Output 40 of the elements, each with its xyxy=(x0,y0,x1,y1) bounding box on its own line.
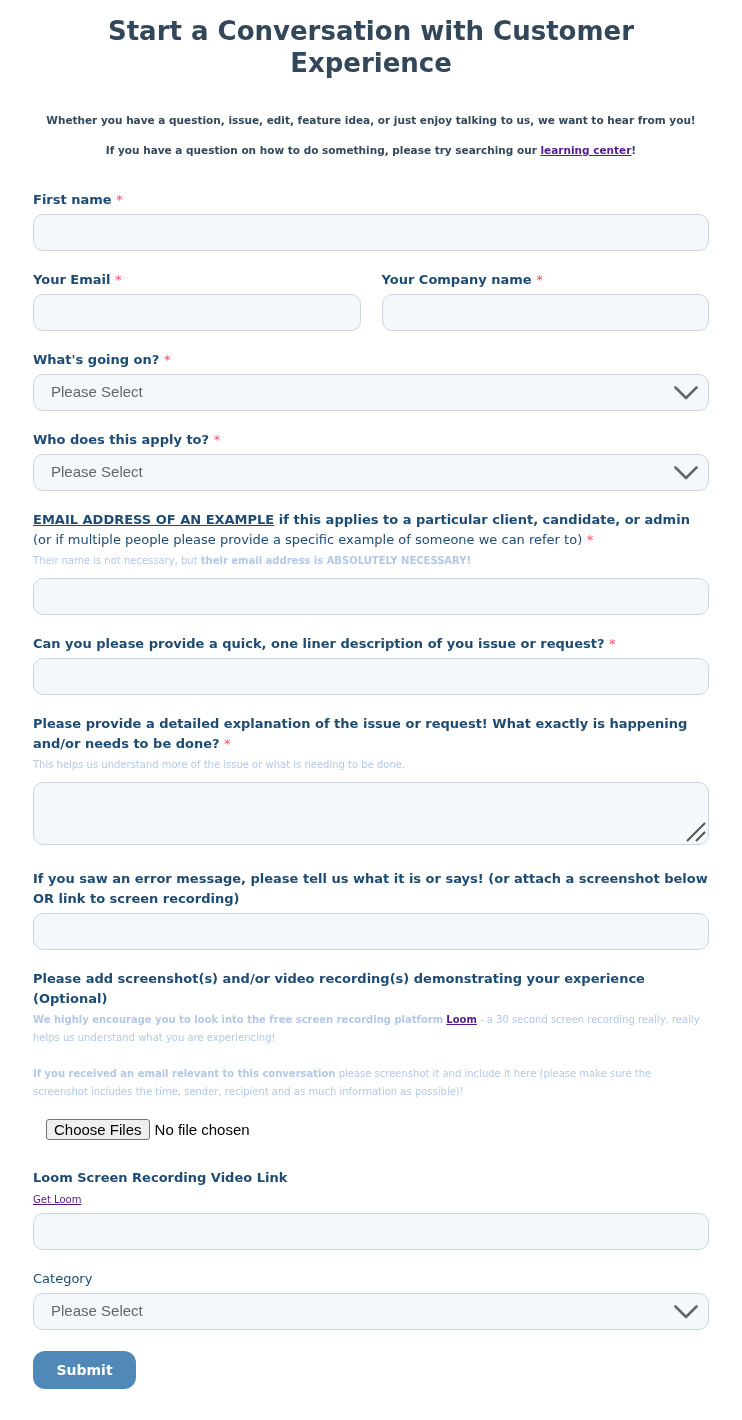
choose-files-button[interactable]: Choose Files xyxy=(46,1119,150,1140)
inline-link[interactable]: learning center xyxy=(540,144,632,156)
text-field[interactable] xyxy=(33,294,361,331)
text-field[interactable] xyxy=(33,658,709,695)
inline-link[interactable]: Loom xyxy=(446,1014,477,1025)
hint-text: We highly encourage you to look into the free screen recording platform Loom - a 30 second screen recording really, really helps us understand what you are experiencing! xyxy=(33,1013,701,1045)
field-label: If you saw an error message, please tell us what it is or says! (or attach a screenshot below OR link to screen recording) xyxy=(33,870,709,908)
dropdown[interactable]: Please Select xyxy=(33,374,709,411)
submit-button[interactable]: Submit xyxy=(33,1351,136,1389)
text-link[interactable]: Get Loom xyxy=(33,1193,82,1207)
field-label: Please provide a detailed explanation of the issue or request! What exactly is happening and/or needs to be done? * xyxy=(33,715,689,753)
text-field[interactable] xyxy=(381,294,709,331)
text-field[interactable] xyxy=(33,578,709,615)
chevron-down-icon xyxy=(674,385,698,400)
field-label: Your Email * xyxy=(33,271,123,289)
field-label: Category xyxy=(33,1270,94,1288)
text-field[interactable] xyxy=(33,214,709,251)
text-field[interactable] xyxy=(33,913,709,950)
field-label: First name * xyxy=(33,191,124,209)
text-field[interactable] xyxy=(33,1213,709,1250)
chevron-down-icon xyxy=(674,1304,698,1319)
field-label: Can you please provide a quick, one liner description of you issue or request? * xyxy=(33,635,617,653)
hint-text: This helps us understand more of the issue or what is needing to be done. xyxy=(33,758,407,772)
page-title: Start a Conversation with Customer Experience xyxy=(106,15,636,79)
hint-text: Their name is not necessary, but their email address is ABSOLUTELY NECESSARY! xyxy=(33,554,473,568)
field-label: Your Company name * xyxy=(381,271,544,289)
field-label: What's going on? * xyxy=(33,351,172,369)
file-status: No file chosen xyxy=(154,1121,250,1138)
intro-text: Whether you have a question, issue, edit, feature idea, or just enjoy talking to us, we want to hear from you! xyxy=(45,113,697,128)
field-label: Who does this apply to? * xyxy=(33,431,222,449)
dropdown[interactable]: Please Select xyxy=(33,454,709,491)
chevron-down-icon xyxy=(674,465,698,480)
field-label: Please add screenshot(s) and/or video recording(s) demonstrating your experience (Optional) xyxy=(33,970,646,1008)
textarea-field[interactable] xyxy=(33,782,709,845)
dropdown[interactable]: Please Select xyxy=(33,1293,709,1330)
field-label: Loom Screen Recording Video Link xyxy=(33,1169,289,1187)
intro-text: If you have a question on how to do something, please try searching our learning center! xyxy=(104,143,638,158)
resize-handle-icon xyxy=(686,822,706,842)
field-label: EMAIL ADDRESS OF AN EXAMPLE if this applies to a particular client, candidate, or admin (or if multiple people please provide a specific example of someone we can refer to) * xyxy=(33,511,691,549)
hint-text: If you received an email relevant to this conversation please screenshot it and include it here (please make sure the screenshot includes the time, sender, recipient and as much information as possible)! xyxy=(33,1067,653,1099)
